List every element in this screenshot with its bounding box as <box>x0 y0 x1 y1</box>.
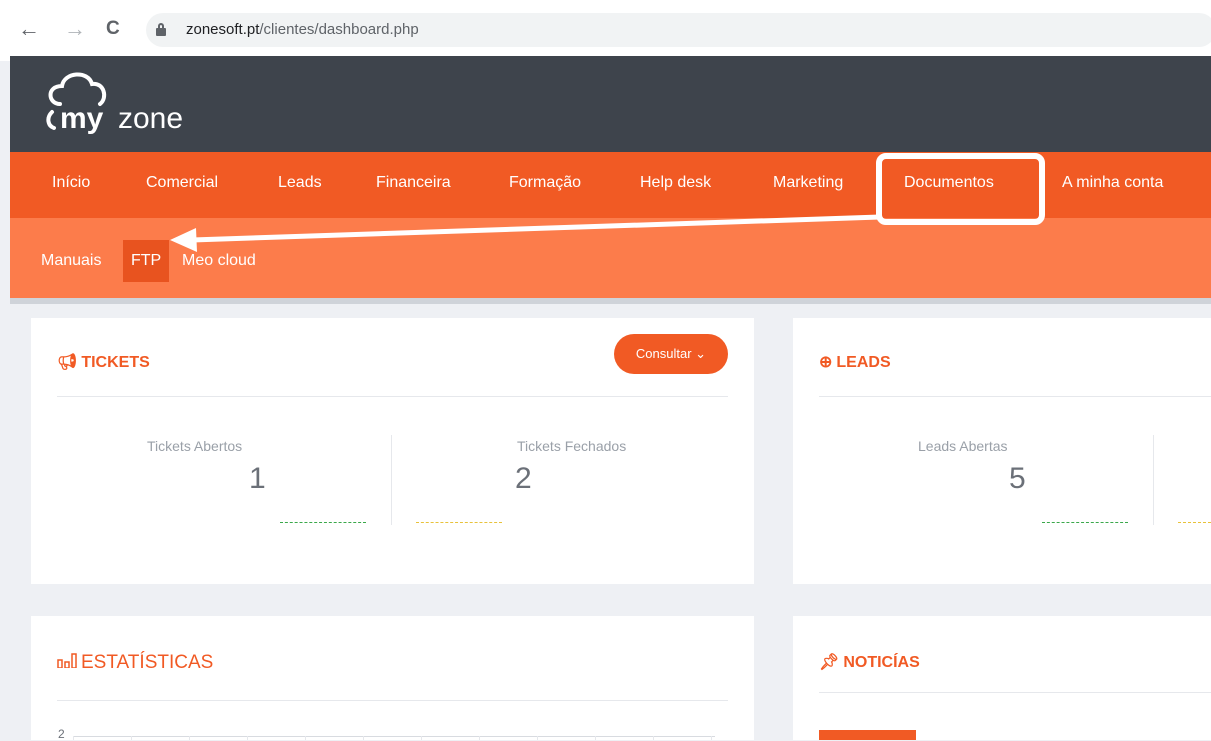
consultar-button[interactable]: Consultar ⌄ <box>614 334 728 374</box>
leads-open-label: Leads Abertas <box>918 438 1008 454</box>
tickets-closed-label: Tickets Fechados <box>517 438 627 454</box>
chart-grid-tick <box>537 736 538 740</box>
tickets-title: 📢︎ TICKETS <box>57 352 150 372</box>
leads-separator <box>1153 435 1154 525</box>
chart-grid-tick <box>131 736 132 740</box>
leads-open-sparkline <box>1042 522 1128 523</box>
chart-grid-tick <box>247 736 248 740</box>
tickets-open-value: 1 <box>249 462 266 495</box>
chart-grid-tick <box>305 736 306 740</box>
statistics-card <box>31 616 754 740</box>
news-card <box>793 616 1211 740</box>
chart-grid-tick <box>189 736 190 740</box>
news-divider <box>819 692 1211 693</box>
megaphone-icon: 📢︎ <box>57 354 78 371</box>
crosshair-icon: ⊕ <box>819 354 833 371</box>
leads-open-value: 5 <box>1009 462 1026 495</box>
chart-grid-tick <box>363 736 364 740</box>
tickets-divider <box>57 396 728 397</box>
statistics-title-text: ESTATÍSTICAS <box>81 652 214 673</box>
chart-y-tick: 2 <box>58 727 65 741</box>
news-title: 📌︎ NOTICÍAS <box>819 652 920 672</box>
tickets-separator <box>391 435 392 525</box>
chart-grid-tick <box>73 736 74 740</box>
statistics-title: ESTATÍSTICAS <box>57 652 213 674</box>
leads-closed-sparkline <box>1178 522 1211 523</box>
leads-title: ⊕ LEADS <box>819 352 891 372</box>
tickets-title-text: TICKETS <box>81 354 150 371</box>
chart-grid-tick <box>653 736 654 740</box>
leads-title-text: LEADS <box>836 354 891 371</box>
chart-gridline <box>73 736 715 737</box>
tickets-closed-sparkline <box>416 522 502 523</box>
pin-icon: 📌︎ <box>819 654 840 671</box>
news-title-text: NOTICÍAS <box>843 654 920 671</box>
chart-grid-tick <box>711 736 712 740</box>
leads-divider <box>819 396 1211 397</box>
chart-grid-tick <box>479 736 480 740</box>
news-thumbnail[interactable] <box>819 730 916 740</box>
tickets-open-label: Tickets Abertos <box>147 438 243 454</box>
chart-grid-tick <box>421 736 422 740</box>
tickets-open-sparkline <box>280 522 366 523</box>
tickets-closed-value: 2 <box>515 462 532 495</box>
bar-chart-icon <box>57 652 77 674</box>
chart-grid-tick <box>595 736 596 740</box>
statistics-divider <box>57 700 728 701</box>
